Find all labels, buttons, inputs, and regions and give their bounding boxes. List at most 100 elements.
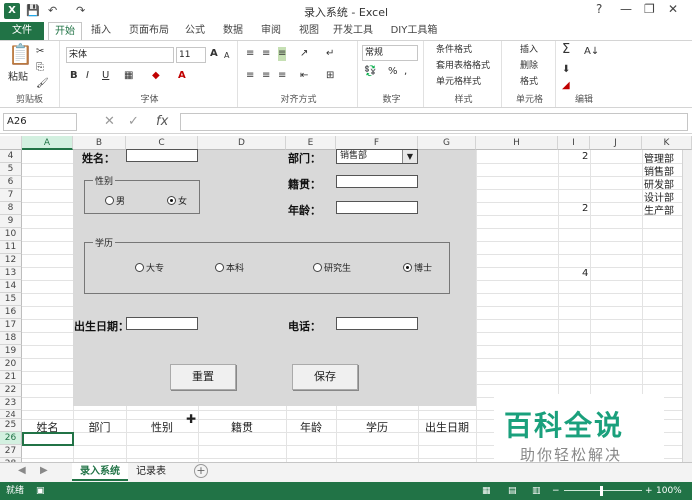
header-age[interactable]: 年龄 xyxy=(286,419,336,435)
col-header-i[interactable]: I xyxy=(558,136,590,150)
percent-button[interactable]: % xyxy=(388,65,398,79)
cut-icon[interactable]: ✂ xyxy=(36,45,44,59)
col-header-b[interactable]: B xyxy=(73,136,126,150)
tab-data[interactable]: 数据 xyxy=(218,22,248,40)
zoom-slider[interactable] xyxy=(564,490,642,491)
phone-input[interactable] xyxy=(336,317,418,330)
tab-insert[interactable]: 插入 xyxy=(86,22,116,40)
reset-button[interactable]: 重置 xyxy=(170,364,236,390)
tab-formulas[interactable]: 公式 xyxy=(180,22,210,40)
zoom-slider-thumb[interactable] xyxy=(600,486,603,496)
zoom-out-icon[interactable]: − xyxy=(552,482,560,500)
cell-i4[interactable]: 2 xyxy=(582,151,588,162)
col-header-f[interactable]: F xyxy=(336,136,418,150)
col-header-c[interactable]: C xyxy=(126,136,198,150)
restore-button[interactable]: ❐ xyxy=(644,2,655,16)
education-master-radio[interactable]: 研究生 xyxy=(313,263,351,275)
align-center-icon[interactable]: ≡ xyxy=(262,69,270,83)
scroll-right-icon[interactable]: ▶ xyxy=(40,465,48,476)
header-native[interactable]: 籍贯 xyxy=(198,419,286,435)
comma-icon[interactable]: , xyxy=(404,65,407,79)
font-name-select[interactable]: 宋体 xyxy=(66,47,174,63)
col-header-a[interactable]: A xyxy=(22,136,73,150)
align-left-icon[interactable]: ≡ xyxy=(246,69,254,83)
align-middle-icon[interactable]: ≡ xyxy=(262,47,270,61)
header-gender[interactable]: 性别 xyxy=(126,419,198,435)
tab-review[interactable]: 审阅 xyxy=(256,22,286,40)
copy-icon[interactable]: ⎘ xyxy=(36,61,44,75)
border-icon[interactable]: ▦ xyxy=(124,69,133,83)
col-header-j[interactable]: J xyxy=(590,136,642,150)
col-header-e[interactable]: E xyxy=(286,136,336,150)
autosum-button[interactable]: Σ xyxy=(562,43,570,57)
row-header[interactable]: 22 xyxy=(0,384,22,397)
row-header[interactable]: 17 xyxy=(0,319,22,332)
page-layout-icon[interactable]: ▤ xyxy=(508,482,517,500)
row-header[interactable]: 10 xyxy=(0,228,22,241)
col-header-k[interactable]: K xyxy=(642,136,692,150)
native-place-input[interactable] xyxy=(336,175,418,188)
cancel-icon[interactable]: ✕ xyxy=(104,114,115,129)
row-header[interactable]: 27 xyxy=(0,445,22,458)
indent-icon[interactable]: ⇤ xyxy=(300,69,308,83)
row-header[interactable]: 25 xyxy=(0,419,22,432)
sheet-tab-records[interactable]: 记录表 xyxy=(130,463,172,481)
tab-page-layout[interactable]: 页面布局 xyxy=(124,22,174,40)
gender-male-radio[interactable]: 男 xyxy=(105,196,125,208)
zoom-in-icon[interactable]: + xyxy=(645,482,653,500)
tab-diy-toolbox[interactable]: DIY工具箱 xyxy=(384,22,444,40)
dropdown-arrow-icon[interactable]: ▼ xyxy=(402,150,417,163)
age-input[interactable] xyxy=(336,201,418,214)
close-button[interactable]: ✕ xyxy=(668,2,678,16)
row-header[interactable]: 5 xyxy=(0,163,22,176)
format-as-table-button[interactable]: 套用表格格式 xyxy=(436,59,490,73)
help-icon[interactable]: ? xyxy=(596,2,602,16)
row-header[interactable]: 7 xyxy=(0,189,22,202)
selected-cell-a26[interactable] xyxy=(22,432,74,446)
row-header[interactable]: 15 xyxy=(0,293,22,306)
row-header[interactable]: 19 xyxy=(0,345,22,358)
align-bottom-icon[interactable]: ≡ xyxy=(278,47,287,61)
col-header-h[interactable]: H xyxy=(476,136,558,150)
row-header[interactable]: 13 xyxy=(0,267,22,280)
header-birthdate[interactable]: 出生日期 xyxy=(418,419,476,435)
col-header-g[interactable]: G xyxy=(418,136,476,150)
row-header[interactable]: 21 xyxy=(0,371,22,384)
normal-view-icon[interactable]: ▦ xyxy=(482,482,491,500)
shrink-font-button[interactable]: A xyxy=(224,49,229,63)
tab-home[interactable]: 开始 xyxy=(48,22,82,40)
vertical-scrollbar[interactable] xyxy=(682,150,692,462)
row-header[interactable]: 8 xyxy=(0,202,22,215)
tab-view[interactable]: 视图 xyxy=(294,22,324,40)
tab-developer[interactable]: 开发工具 xyxy=(330,22,376,40)
insert-cells-button[interactable]: 插入 xyxy=(520,43,538,57)
dept-dropdown[interactable]: 销售部 ▼ xyxy=(336,149,418,164)
row-header[interactable]: 14 xyxy=(0,280,22,293)
save-form-button[interactable]: 保存 xyxy=(292,364,358,390)
gender-female-radio[interactable]: 女 xyxy=(167,196,187,208)
paste-icon[interactable]: 📋 xyxy=(8,44,33,64)
row-header[interactable]: 12 xyxy=(0,254,22,267)
orientation-icon[interactable]: ↗ xyxy=(300,47,308,61)
italic-button[interactable]: I xyxy=(86,69,89,83)
row-header[interactable]: 18 xyxy=(0,332,22,345)
zoom-level[interactable]: 100% xyxy=(656,482,682,500)
merge-icon[interactable]: ⊞ xyxy=(326,69,334,83)
sheet-tab-entry[interactable]: 录入系统 xyxy=(72,463,128,481)
format-painter-icon[interactable]: 🖌 xyxy=(36,77,49,91)
formula-input[interactable] xyxy=(180,113,688,131)
row-header[interactable]: 23 xyxy=(0,397,22,410)
header-dept[interactable]: 部门 xyxy=(73,419,126,435)
font-size-select[interactable]: 11 xyxy=(176,47,206,63)
conditional-format-button[interactable]: 条件格式 xyxy=(436,43,472,57)
education-phd-radio[interactable]: 博士 xyxy=(403,263,432,275)
fill-color-icon[interactable]: ◆ xyxy=(152,69,160,83)
name-input[interactable] xyxy=(126,149,198,162)
insert-function-icon[interactable]: fx xyxy=(156,114,168,129)
row-header[interactable]: 24 xyxy=(0,410,22,419)
page-break-icon[interactable]: ▥ xyxy=(532,482,541,500)
fill-icon[interactable]: ⬇ xyxy=(562,63,570,77)
sort-filter-button[interactable]: A↓ xyxy=(584,45,599,59)
tab-file[interactable]: 文件 xyxy=(0,22,44,40)
row-header[interactable]: 9 xyxy=(0,215,22,228)
